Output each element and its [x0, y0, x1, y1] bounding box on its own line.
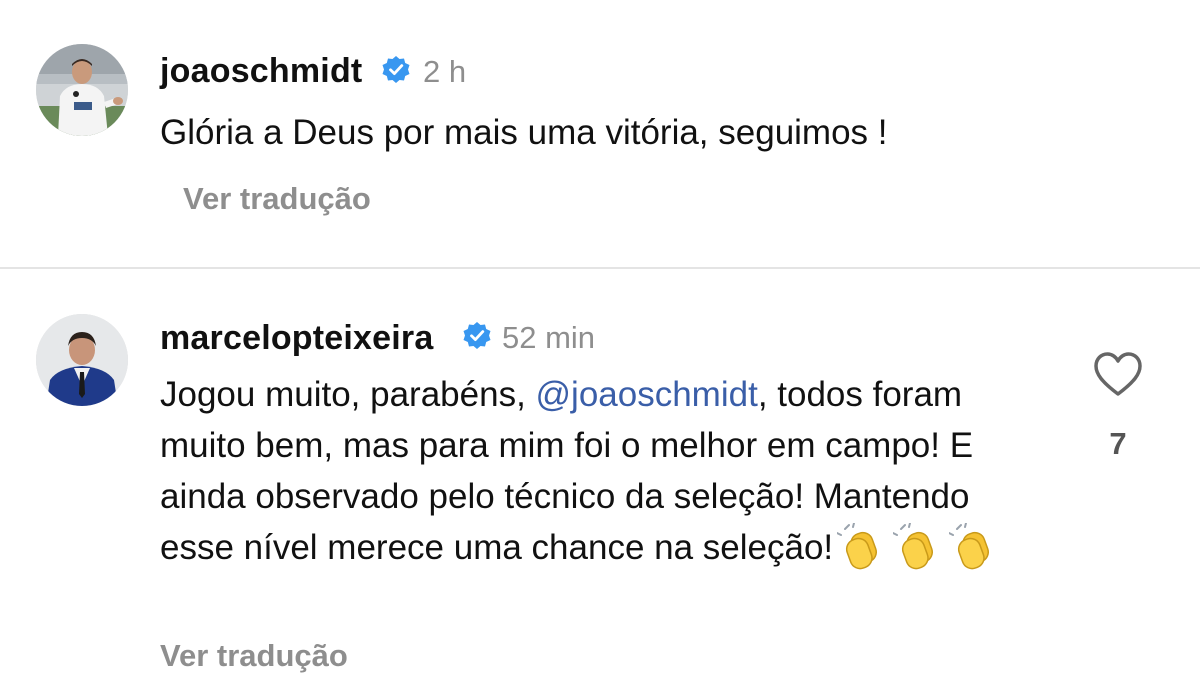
avatar[interactable]: [36, 44, 128, 136]
see-translation-link[interactable]: Ver tradução: [183, 181, 371, 217]
heart-outline-icon[interactable]: [1092, 350, 1144, 402]
comment-text: Jogou muito, parabéns, @joaoschmidt, tod…: [160, 369, 1040, 573]
clapping-hands-emoji: [836, 522, 889, 571]
businessman-photo-icon: [36, 314, 128, 406]
emoji-group: [833, 522, 1001, 570]
see-translation-link[interactable]: Ver tradução: [160, 638, 348, 674]
avatar[interactable]: [36, 314, 128, 406]
verified-badge-icon: [463, 322, 491, 349]
comment-timestamp: 52 min: [502, 320, 596, 355]
comment-divider: [0, 267, 1200, 269]
clapping-hands-emoji: [948, 522, 1001, 571]
like-count: 7: [1109, 426, 1127, 461]
comment-timestamp: 2 h: [423, 54, 467, 89]
clapping-hands-emoji: [892, 522, 945, 571]
verified-badge-icon: [382, 56, 410, 83]
comment-username[interactable]: joaoschmidt: [160, 52, 362, 91]
comment-text-part: Jogou muito, parabéns,: [160, 375, 536, 414]
mention-link[interactable]: @joaoschmidt: [536, 375, 758, 414]
comment-username[interactable]: marcelopteixeira: [160, 319, 433, 358]
comment-text: Glória a Deus por mais uma vitória, segu…: [160, 113, 888, 152]
player-photo-icon: [36, 44, 128, 136]
